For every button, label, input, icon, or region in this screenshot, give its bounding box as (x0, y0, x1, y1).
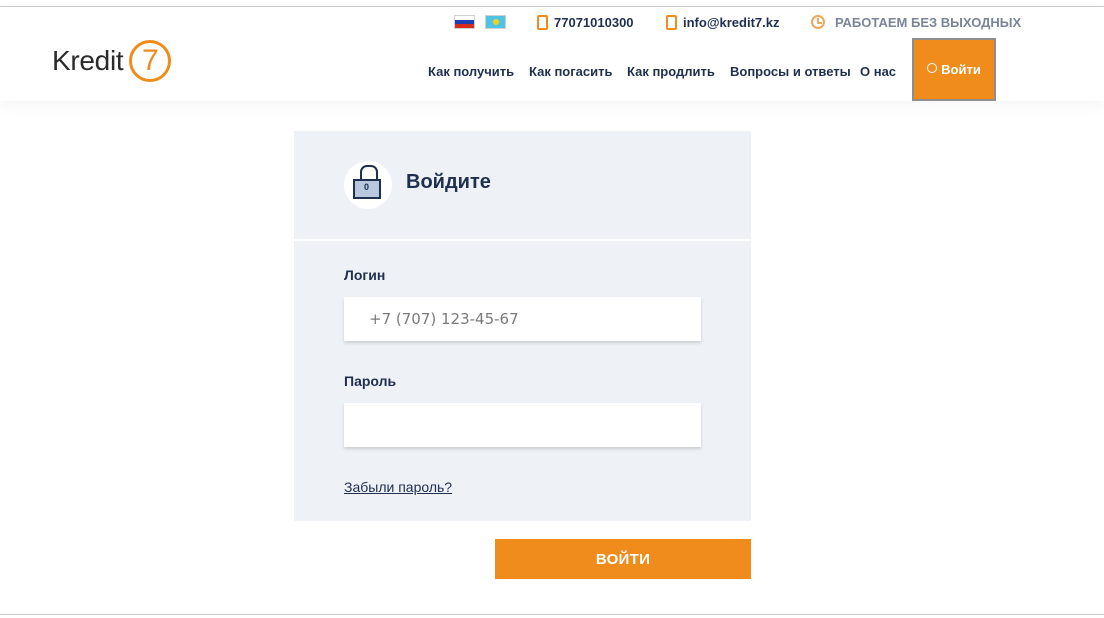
phone-contact[interactable]: 77071010300 (537, 14, 634, 30)
clock-icon (811, 15, 825, 29)
login-card-header: Войдите (294, 131, 751, 239)
phone-icon (666, 14, 677, 30)
logo-text: Kredit (52, 45, 124, 76)
working-hours-text: РАБОТАЕМ БЕЗ ВЫХОДНЫХ (835, 14, 1022, 30)
password-label: Пароль (344, 373, 397, 389)
lock-icon (344, 161, 392, 209)
nav-how-to-extend[interactable]: Как продлить (627, 64, 715, 79)
nav-how-to-get[interactable]: Как получить (428, 64, 514, 79)
site-header: 77071010300 info@kredit7.kz РАБОТАЕМ БЕЗ… (0, 7, 1104, 101)
login-title: Войдите (406, 171, 491, 193)
forgot-password-link[interactable]: Забыли пароль? (344, 479, 452, 495)
nav-about[interactable]: О нас (860, 64, 896, 79)
phone-number[interactable]: 77071010300 (554, 15, 634, 30)
header-login-button[interactable]: Войти (912, 38, 996, 101)
nav-how-to-repay[interactable]: Как погасить (529, 64, 612, 79)
ru-flag-icon[interactable] (454, 15, 475, 29)
logo-number: 7 (129, 40, 172, 82)
password-input[interactable] (344, 403, 701, 447)
logo[interactable]: Kredit 7 (52, 38, 172, 84)
kz-flag-icon[interactable] (485, 15, 506, 29)
submit-login-button[interactable]: ВОЙТИ (495, 539, 751, 579)
phone-icon (537, 14, 548, 30)
login-input[interactable] (344, 297, 701, 341)
working-hours: РАБОТАЕМ БЕЗ ВЫХОДНЫХ (811, 14, 1021, 30)
user-icon (927, 62, 938, 73)
nav-faq[interactable]: Вопросы и ответы (730, 64, 851, 79)
bottom-divider (0, 614, 1104, 615)
header-login-label: Войти (941, 62, 981, 77)
email-contact[interactable]: info@kredit7.kz (666, 14, 779, 30)
email-address[interactable]: info@kredit7.kz (683, 15, 779, 30)
login-label: Логин (344, 267, 386, 283)
login-form: Логин Пароль Забыли пароль? (294, 241, 751, 521)
